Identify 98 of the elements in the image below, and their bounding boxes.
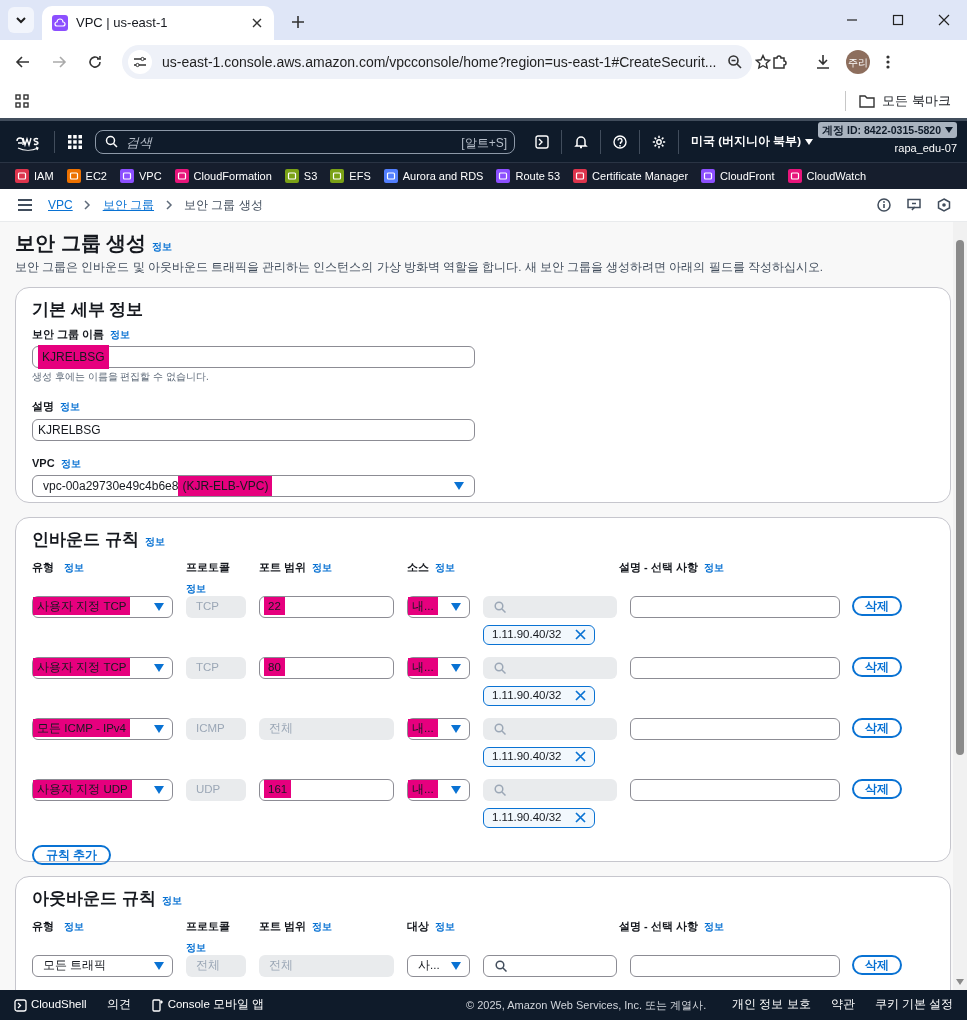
info-link[interactable]: 정보: [110, 326, 131, 342]
url-text: us-east-1.console.aws.amazon.com/vpcconsole/home?region=us-east-1#CreateSecurit...: [162, 52, 717, 72]
breadcrumb-current: 보안 그룹 생성: [184, 197, 263, 214]
section-heading: 아웃바운드 규칙: [32, 888, 156, 911]
field-label: VPC: [32, 455, 55, 471]
token-text: 1.11.90.40/32: [492, 688, 563, 704]
protocol-field: ICMP: [186, 717, 246, 740]
info-link[interactable]: 정보: [64, 559, 84, 575]
source-select[interactable]: 내...: [407, 778, 470, 801]
type-select[interactable]: 사용자 지정 TCP: [32, 595, 173, 618]
service-link[interactable]: Certificate Manager: [592, 167, 689, 185]
column-header: 유형: [32, 559, 54, 575]
type-select[interactable]: 사용자 지정 UDP: [32, 778, 173, 801]
service-link[interactable]: IAM: [34, 167, 54, 185]
port-field: 전체: [259, 717, 394, 740]
add-rule-button[interactable]: 규칙 추가: [32, 844, 112, 865]
port-field[interactable]: 22: [259, 595, 394, 618]
service-link[interactable]: Route 53: [515, 167, 561, 185]
column-header: 유형: [32, 918, 54, 934]
breadcrumb-link[interactable]: 보안 그룹: [102, 196, 155, 214]
token-text: 1.11.90.40/32: [492, 810, 563, 826]
column-header: 설명 - 선택 사항: [619, 918, 698, 934]
info-link[interactable]: 정보: [152, 239, 173, 254]
info-link[interactable]: 정보: [703, 918, 724, 934]
footer-link[interactable]: 의견: [106, 996, 131, 1014]
protocol-field: 전체: [186, 954, 246, 977]
info-link[interactable]: 정보: [435, 559, 455, 575]
type-select[interactable]: 모든 ICMP - IPv4: [32, 717, 173, 740]
info-link[interactable]: 정보: [703, 559, 724, 575]
footer-link[interactable]: 쿠키 기본 설정: [874, 996, 953, 1014]
token-text: 1.11.90.40/32: [492, 627, 563, 643]
vpc-select[interactable]: vpc-00a29730e49c4b6e8 (KJR-ELB-VPC): [32, 475, 475, 498]
footer-link[interactable]: Console 모바일 앱: [167, 996, 265, 1014]
column-header: 프로토콜: [186, 559, 230, 575]
service-link[interactable]: CloudWatch: [806, 167, 867, 185]
region-menu[interactable]: 미국 (버지니아 북부): [691, 132, 802, 151]
source-select[interactable]: 내...: [407, 717, 470, 740]
info-link[interactable]: 정보: [186, 940, 206, 956]
tab-title: VPC | us-east-1: [76, 14, 169, 33]
browser-tab[interactable]: VPC | us-east-1: [42, 6, 274, 40]
info-link[interactable]: 정보: [312, 918, 333, 934]
type-select[interactable]: 사용자 지정 TCP: [32, 656, 173, 679]
service-link[interactable]: EC2: [85, 167, 107, 185]
port-field[interactable]: 80: [259, 656, 394, 679]
column-header: 포트 범위: [259, 918, 307, 934]
shortcut-hint: [알트+S]: [461, 134, 507, 152]
delete-button[interactable]: 삭제: [852, 595, 902, 616]
service-link[interactable]: EFS: [349, 167, 371, 185]
field-hint: 생성 후에는 이름을 편집할 수 없습니다.: [32, 370, 210, 385]
input-field[interactable]: KJRELBSG: [32, 346, 475, 369]
port-field[interactable]: 161: [259, 778, 394, 801]
service-link[interactable]: Aurora and RDS: [402, 167, 484, 185]
copyright-text: © 2025, Amazon Web Services, Inc. 또는 계열사.: [466, 997, 707, 1013]
info-link[interactable]: 정보: [60, 399, 80, 415]
protocol-field: UDP: [186, 778, 246, 801]
field-label: 보안 그룹 이름: [32, 326, 105, 342]
user-name[interactable]: rapa_edu-07: [894, 140, 957, 157]
info-link[interactable]: 정보: [144, 534, 165, 550]
source-select[interactable]: 사...: [407, 954, 470, 977]
delete-button[interactable]: 삭제: [852, 778, 902, 799]
footer-link[interactable]: 약관: [830, 996, 855, 1014]
footer-link[interactable]: CloudShell: [31, 996, 87, 1014]
protocol-field: TCP: [186, 595, 246, 618]
info-link[interactable]: 정보: [161, 893, 182, 909]
service-link[interactable]: S3: [303, 167, 318, 185]
page-title: 보안 그룹 생성: [15, 231, 147, 256]
section-heading: 기본 세부 정보: [32, 299, 145, 322]
source-select[interactable]: 내...: [407, 656, 470, 679]
info-link[interactable]: 정보: [435, 918, 455, 934]
type-select[interactable]: 모든 트래픽: [32, 954, 173, 977]
delete-button[interactable]: 삭제: [852, 954, 902, 975]
source-select[interactable]: 내...: [407, 595, 470, 618]
column-header: 소스: [407, 559, 429, 575]
token-text: 1.11.90.40/32: [492, 749, 563, 765]
port-field: 전체: [259, 954, 394, 977]
page-description: 보안 그룹은 인바운드 및 아웃바운드 트래픽을 관리하는 인스턴스의 가상 방화벽 역할을 합니다. 새 보안 그룹을 생성하려면 아래의 필드를 작성하십시오.: [15, 260, 824, 275]
service-link[interactable]: VPC: [138, 167, 162, 185]
info-link[interactable]: 정보: [60, 455, 81, 471]
service-link[interactable]: CloudFront: [720, 167, 775, 185]
bookmark-folder[interactable]: 모든 북마크: [882, 91, 951, 111]
column-header: 포트 범위: [259, 559, 307, 575]
delete-button[interactable]: 삭제: [852, 656, 902, 677]
breadcrumb-link[interactable]: VPC: [48, 196, 73, 214]
input-field[interactable]: KJRELBSG: [32, 418, 475, 441]
column-header: 프로토콜: [186, 918, 230, 934]
delete-button[interactable]: 삭제: [852, 717, 902, 738]
protocol-field: TCP: [186, 656, 246, 679]
info-link[interactable]: 정보: [186, 581, 206, 597]
info-link[interactable]: 정보: [64, 918, 84, 934]
column-header: 대상: [407, 918, 429, 934]
footer-link[interactable]: 개인 정보 보호: [732, 996, 811, 1014]
account-badge[interactable]: 계정 ID: 8422-0315-5820: [818, 122, 957, 139]
profile-avatar[interactable]: 주리: [846, 50, 870, 74]
column-header: 설명 - 선택 사항: [619, 559, 698, 575]
info-link[interactable]: 정보: [312, 559, 333, 575]
service-link[interactable]: CloudFormation: [193, 167, 272, 185]
field-label: 설명: [32, 399, 54, 415]
section-heading: 인바운드 규칙: [32, 529, 139, 552]
